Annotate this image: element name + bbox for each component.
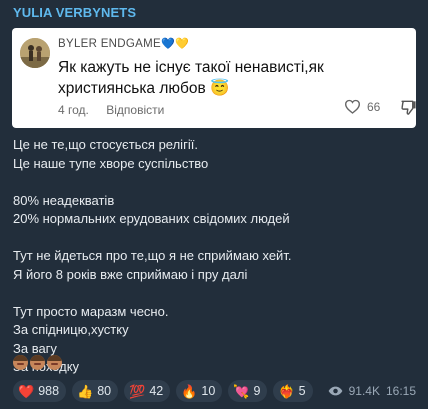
quote-meta: 4 год. Відповісти (58, 103, 178, 117)
quoted-comment-card[interactable]: BYLER ENDGAME💙💛 Як кажуть не існує такої… (12, 28, 416, 128)
facepalm-emoji-icon (30, 355, 45, 370)
thumbs-up-reaction-icon: 👍 (77, 383, 94, 399)
reaction-fire[interactable]: 🔥 10 (176, 380, 223, 402)
message-meta: 91.4K 16:15 (328, 384, 416, 398)
paragraph: Тут не йдеться про те,що я не сприймаю х… (13, 247, 413, 284)
heart-fire-reaction-icon: ❤️‍🔥 (278, 383, 295, 399)
reaction-count: 988 (38, 384, 60, 398)
eye-icon (328, 386, 342, 396)
text-line: 20% нормальних ерудованих свідомих людей (13, 211, 290, 226)
reaction-thumbs-up[interactable]: 👍 80 (72, 380, 119, 402)
hundred-reaction-icon: 💯 (129, 383, 146, 399)
reactions-bar: ❤️ 988 👍 80 💯 42 🔥 10 💘 9 ❤️‍🔥 5 (13, 380, 313, 402)
reaction-count: 10 (201, 384, 216, 398)
text-line: Це не те,що стосується релігії. (13, 137, 198, 152)
text-line: Тут не йдеться про те,що я не сприймаю х… (13, 248, 292, 263)
text-line: 80% неадекватів (13, 192, 115, 208)
reply-link[interactable]: Відповісти (106, 103, 164, 117)
text-line: За спідницю,хустку (13, 322, 129, 337)
fire-reaction-icon: 🔥 (181, 383, 198, 399)
like-count: 66 (367, 99, 381, 114)
reaction-count: 5 (298, 384, 306, 398)
reaction-count: 80 (97, 384, 112, 398)
reaction-count: 9 (253, 384, 261, 398)
text-line: За вагу (13, 340, 57, 356)
paragraph: 80% неадекватів 20% нормальних ерудовани… (13, 192, 413, 229)
quote-text: Як кажуть не існує такої ненависті,як хр… (58, 59, 324, 97)
dislike-button[interactable] (400, 98, 417, 121)
message-time: 16:15 (385, 384, 416, 398)
text-line: Я його 8 років вже сприймаю і пру далі (13, 266, 248, 282)
heart-reaction-icon: ❤️ (18, 383, 35, 399)
channel-author[interactable]: YULIA VERBYNETS (13, 5, 136, 20)
reaction-heart[interactable]: ❤️ 988 (13, 380, 67, 402)
text-line: За походку (13, 359, 80, 374)
heart-outline-icon (344, 99, 361, 114)
quote-time: 4 год. (58, 103, 89, 117)
text-line: Тут просто маразм чесно. (13, 303, 169, 319)
like-button[interactable]: 66 (344, 99, 380, 114)
view-count: 91.4K (348, 384, 380, 398)
paragraph: Тут просто маразм чесно. За спідницю,хус… (13, 303, 413, 377)
thumbs-down-icon (401, 100, 416, 115)
paragraph: Це не те,що стосується релігії. Це наше … (13, 136, 413, 173)
reaction-heart-fire[interactable]: ❤️‍🔥 5 (273, 380, 313, 402)
text-line: Це наше тупе хворе суспільство (13, 155, 209, 171)
quote-author-name: BYLER ENDGAME (58, 38, 161, 50)
reaction-heart-arrow[interactable]: 💘 9 (228, 380, 268, 402)
message-text: Це не те,що стосується релігії. Це наше … (13, 136, 413, 395)
message-bubble: YULIA VERBYNETS BYLER ENDGAME💙💛 Як кажут… (0, 0, 428, 409)
facepalm-emoji-icon (47, 355, 62, 370)
facepalm-emoji-row (13, 355, 62, 370)
reaction-count: 42 (149, 384, 164, 398)
heart-arrow-reaction-icon: 💘 (233, 383, 250, 399)
reaction-hundred[interactable]: 💯 42 (124, 380, 171, 402)
quote-author: BYLER ENDGAME💙💛 (58, 37, 189, 50)
quote-author-hearts: 💙💛 (160, 38, 189, 50)
avatar (20, 38, 50, 68)
facepalm-emoji-icon (13, 355, 28, 370)
